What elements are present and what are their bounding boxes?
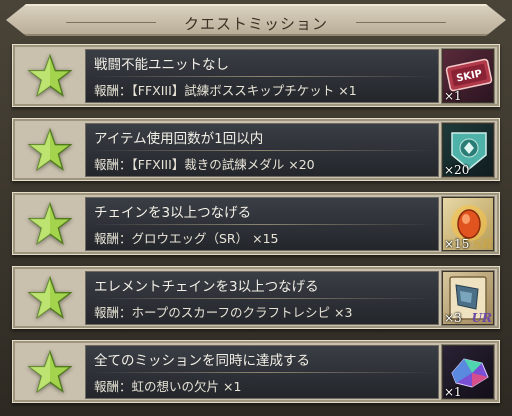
divider [90,372,434,373]
star-icon [28,54,72,98]
header-bar: クエストミッション [6,4,506,36]
mission-body: 全てのミッションを同時に達成する 報酬：虹の想いの欠片 ×1 [85,345,439,399]
mission-title: アイテム使用回数が1回以内 [94,131,264,147]
mission-window: クエストミッション 戦闘不能ユニットなし 報酬：【FFXIII】試練ボススキップ… [0,0,512,416]
mission-reward: 報酬：グロウエッグ（SR） ×15 [94,231,279,246]
mission-title: エレメントチェインを3以上つなげる [94,279,319,295]
mission-title: 全てのミッションを同時に達成する [94,353,310,369]
mission-star-container [17,271,83,325]
divider [90,298,434,299]
mission-star-container [17,49,83,103]
star-icon [28,350,72,394]
rarity-badge: UR [471,311,492,325]
divider [90,224,434,225]
mission-reward: 報酬：【FFXIII】試練ボススキップチケット ×1 [94,83,357,98]
mission-item-5: 全てのミッションを同時に達成する 報酬：虹の想いの欠片 ×1 ×1 [12,340,500,403]
mission-item-2: アイテム使用回数が1回以内 報酬：【FFXIII】裁きの試練メダル ×20 ×2… [12,118,500,181]
reward-quantity: ×1 [444,89,462,103]
mission-body: アイテム使用回数が1回以内 報酬：【FFXIII】裁きの試練メダル ×20 [85,123,439,177]
mission-item-3: チェインを3以上つなげる 報酬：グロウエッグ（SR） ×15 ×15 SR [12,192,500,255]
reward-icon-box[interactable]: ×3 UR [441,270,495,326]
reward-icon-box[interactable]: SKIP ×1 [441,48,495,104]
star-icon [28,128,72,172]
divider [90,76,434,77]
reward-quantity: ×3 [444,311,462,325]
reward-icon-box[interactable]: ×1 [441,344,495,400]
mission-body: チェインを3以上つなげる 報酬：グロウエッグ（SR） ×15 [85,197,439,251]
page-title: クエストミッション [183,15,328,33]
mission-star-container [17,123,83,177]
rarity-badge: SR [473,237,492,251]
divider [90,150,434,151]
mission-item-1: 戦闘不能ユニットなし 報酬：【FFXIII】試練ボススキップチケット ×1 SK… [12,44,500,107]
mission-star-container [17,197,83,251]
mission-item-4: エレメントチェインを3以上つなげる 報酬：ホープのスカーフのクラフトレシピ ×3… [12,266,500,329]
mission-star-container [17,345,83,399]
mission-reward: 報酬：【FFXIII】裁きの試練メダル ×20 [94,157,315,172]
mission-reward: 報酬：ホープのスカーフのクラフトレシピ ×3 [94,305,353,320]
star-icon [28,276,72,320]
reward-icon-box[interactable]: ×20 [441,122,495,178]
star-icon [28,202,72,246]
mission-reward: 報酬：虹の想いの欠片 ×1 [94,379,242,394]
reward-quantity: ×15 [444,237,470,251]
reward-quantity: ×20 [444,163,470,177]
reward-quantity: ×1 [444,385,462,399]
mission-body: エレメントチェインを3以上つなげる 報酬：ホープのスカーフのクラフトレシピ ×3 [85,271,439,325]
reward-icon-box[interactable]: ×15 SR [441,196,495,252]
mission-title: 戦闘不能ユニットなし [94,57,229,73]
mission-body: 戦闘不能ユニットなし 報酬：【FFXIII】試練ボススキップチケット ×1 [85,49,439,103]
mission-title: チェインを3以上つなげる [94,205,252,221]
